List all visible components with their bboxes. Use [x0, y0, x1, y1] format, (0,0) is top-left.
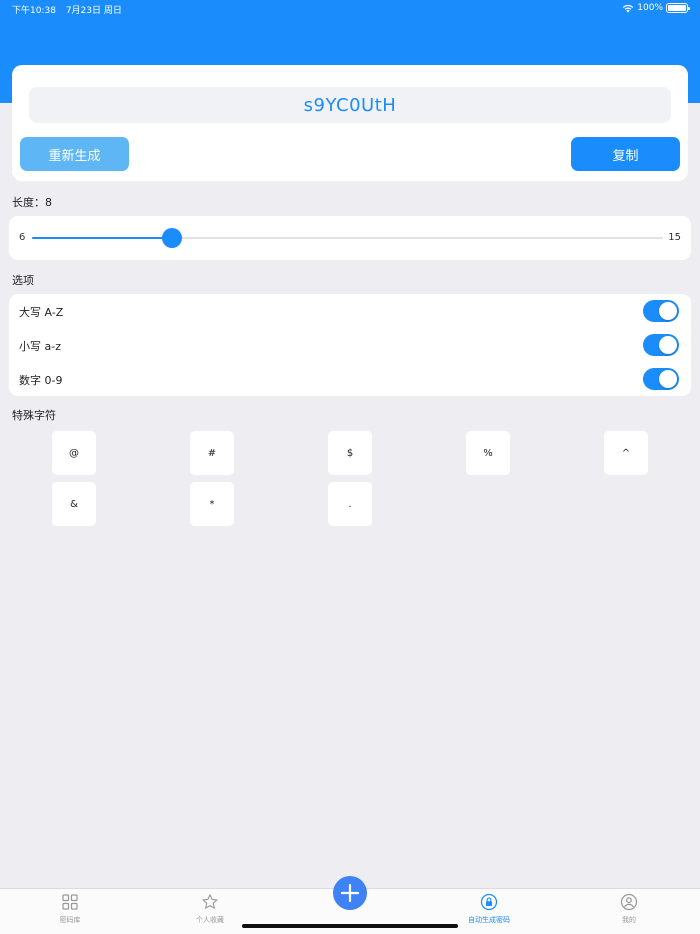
person-icon	[620, 893, 638, 911]
tab-generator[interactable]: 自动生成密码	[449, 893, 529, 929]
password-card: s9YC0UtH 重新生成 复制	[12, 65, 688, 181]
options-title: 选项	[12, 274, 34, 287]
tab-label: 自动生成密码	[468, 916, 510, 924]
generated-password[interactable]: s9YC0UtH	[29, 87, 671, 123]
length-label: 长度：8	[12, 196, 52, 209]
slider-thumb[interactable]	[162, 228, 183, 248]
grid-icon	[62, 894, 78, 910]
status-bar: 下午10:38 7月23日 周日 100%	[0, 0, 700, 16]
options-card: 大写 A-Z 小写 a-z 数字 0-9	[9, 294, 691, 396]
special-char-caret[interactable]: ^	[604, 431, 648, 475]
option-label: 小写 a-z	[19, 340, 61, 353]
uppercase-toggle[interactable]	[643, 300, 679, 322]
home-indicator	[242, 924, 458, 928]
plus-icon	[340, 883, 360, 903]
battery-percent: 100%	[637, 3, 663, 13]
special-char-at[interactable]: @	[52, 431, 96, 475]
star-icon	[202, 894, 218, 909]
digits-toggle[interactable]	[643, 368, 679, 390]
lowercase-toggle[interactable]	[643, 334, 679, 356]
tab-label: 我的	[622, 916, 636, 924]
lock-icon	[480, 893, 498, 911]
status-time: 下午10:38	[12, 6, 56, 16]
option-lowercase: 小写 a-z	[9, 328, 691, 362]
special-char-ampersand[interactable]: &	[52, 482, 96, 526]
regenerate-button[interactable]: 重新生成	[20, 137, 129, 171]
slider-min-label: 6	[19, 232, 26, 243]
option-label: 大写 A-Z	[19, 306, 64, 319]
special-chars-title: 特殊字符	[12, 409, 56, 422]
special-char-asterisk[interactable]: *	[190, 482, 234, 526]
length-slider-card: 6 15	[9, 216, 691, 260]
slider-fill	[32, 237, 173, 239]
status-left: 下午10:38 7月23日 周日	[12, 3, 129, 16]
tab-label: 个人收藏	[196, 916, 224, 924]
add-button[interactable]	[333, 876, 367, 910]
option-label: 数字 0-9	[19, 374, 63, 387]
special-char-dollar[interactable]: $	[328, 431, 372, 475]
special-char-hash[interactable]: #	[190, 431, 234, 475]
tab-label: 密码库	[59, 916, 81, 924]
special-char-period[interactable]: .	[328, 482, 372, 526]
screen: 下午10:38 7月23日 周日 100% s9YC0UtH 重新生成 复制 长…	[0, 0, 700, 934]
special-char-percent[interactable]: %	[466, 431, 510, 475]
length-slider[interactable]	[32, 228, 663, 248]
option-digits: 数字 0-9	[9, 362, 691, 396]
option-uppercase: 大写 A-Z	[9, 294, 691, 328]
status-right: 100%	[622, 3, 690, 13]
wifi-icon	[623, 4, 634, 12]
slider-max-label: 15	[668, 232, 681, 243]
battery-icon	[666, 3, 690, 13]
status-date: 7月23日 周日	[65, 6, 122, 16]
tab-vault[interactable]: 密码库	[30, 893, 110, 929]
tab-profile[interactable]: 我的	[589, 893, 669, 929]
tab-favorites[interactable]: 个人收藏	[170, 893, 250, 929]
copy-button[interactable]: 复制	[571, 137, 680, 171]
